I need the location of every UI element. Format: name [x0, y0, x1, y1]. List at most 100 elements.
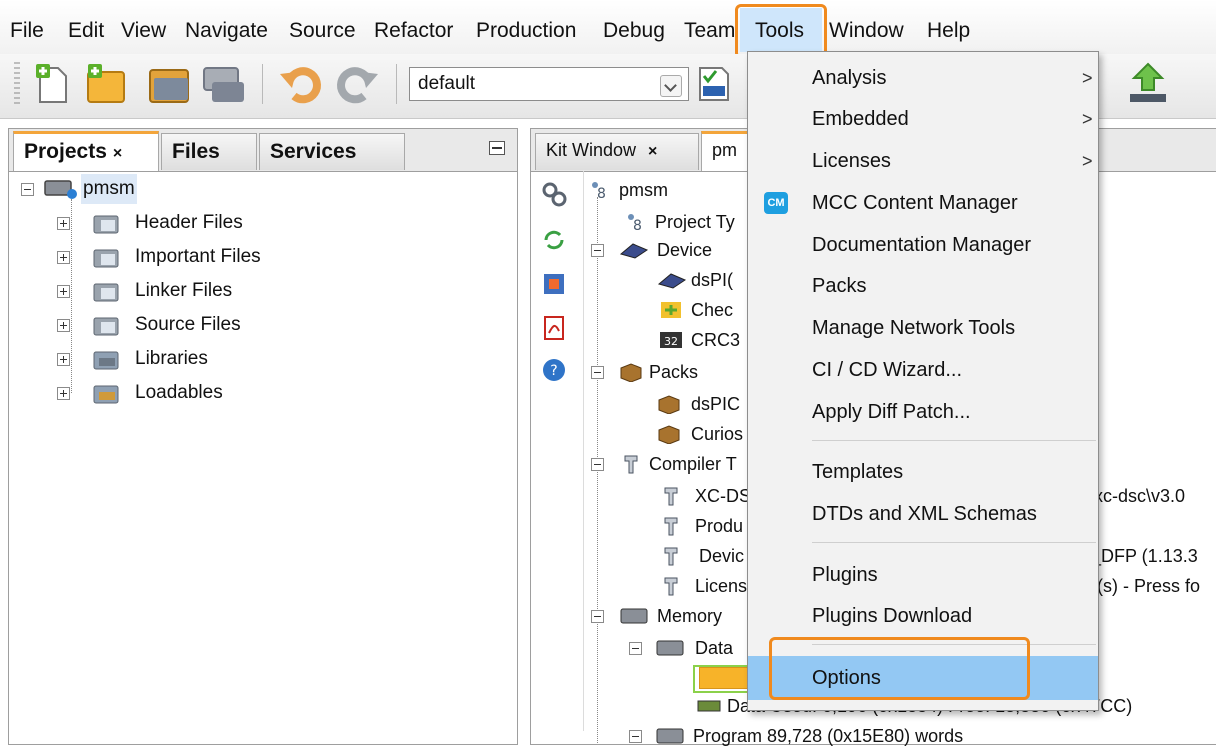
menu-item-analysis[interactable]: Analysis >	[748, 58, 1098, 98]
menu-item-dtds-and-xml-schemas[interactable]: DTDs and XML Schemas	[748, 494, 1098, 534]
chip-project-icon	[44, 180, 77, 199]
chip-icon	[657, 273, 687, 289]
tab-kit-window[interactable]: Kit Window ×	[535, 133, 699, 170]
menu-item-label: Templates	[812, 461, 904, 483]
stop-icon[interactable]	[541, 271, 567, 297]
options-highlight	[769, 637, 1030, 700]
menu-item-plugins-download[interactable]: Plugins Download	[748, 596, 1098, 636]
menu-item-plugins[interactable]: Plugins	[748, 555, 1098, 595]
menu-team[interactable]: Team	[684, 18, 735, 44]
project-type-icon: 8	[628, 214, 642, 232]
expand-icon[interactable]	[57, 319, 70, 332]
memory-chip-icon	[656, 728, 684, 744]
menu-item-mcc-content-manager[interactable]: CM MCC Content Manager	[748, 183, 1098, 223]
menu-item-documentation-manager[interactable]: Documentation Manager	[748, 225, 1098, 265]
expand-icon[interactable]	[57, 387, 70, 400]
tab-projects-label: Projects	[24, 140, 107, 163]
menu-debug[interactable]: Debug	[603, 18, 665, 44]
tree-label: Project Ty	[655, 212, 735, 232]
tree-value-fragment: (s) - Press fo	[1097, 576, 1201, 596]
projects-tab-bar: Projects × Files Services	[9, 129, 517, 172]
menu-item-embedded[interactable]: Embedded >	[748, 99, 1098, 139]
menu-separator	[812, 440, 1096, 441]
new-file-icon[interactable]	[28, 60, 76, 108]
expand-icon[interactable]	[57, 251, 70, 264]
open-project-icon[interactable]	[146, 60, 194, 108]
mcc-cm-icon: CM	[764, 192, 788, 214]
close-icon[interactable]: ×	[648, 143, 657, 160]
set-project-configuration-icon[interactable]	[694, 64, 734, 104]
refresh-icon[interactable]	[541, 227, 567, 253]
menu-window[interactable]: Window	[829, 18, 904, 44]
tab-projects[interactable]: Projects ×	[13, 131, 159, 171]
help-icon[interactable]: ?	[541, 357, 567, 383]
collapse-icon[interactable]	[591, 244, 604, 257]
tree-label: dsPI(	[691, 270, 734, 290]
tree-value-fragment: _DFP (1.13.3	[1091, 546, 1198, 566]
menu-edit[interactable]: Edit	[68, 18, 104, 44]
svg-text:32: 32	[664, 335, 678, 348]
menu-navigate[interactable]: Navigate	[185, 18, 268, 44]
tab-files-label: Files	[172, 140, 220, 163]
checksum-icon	[661, 302, 681, 318]
project-type-icon: 8	[592, 182, 606, 200]
tree-item-label: Source Files	[135, 314, 241, 335]
toolchain-icon	[624, 455, 638, 474]
tree-label: pmsm	[619, 180, 668, 200]
project-configuration-select[interactable]: default	[409, 67, 689, 101]
tab-services[interactable]: Services	[259, 133, 405, 170]
crc32-icon: 32	[660, 332, 682, 348]
menu-item-label: CI / CD Wizard...	[812, 359, 963, 381]
tree-label: Produ	[695, 516, 744, 536]
collapse-icon[interactable]	[21, 183, 34, 196]
toolbar-grip	[14, 62, 20, 106]
collapse-icon[interactable]	[591, 610, 604, 623]
loadables-folder-icon	[93, 385, 119, 404]
tree-label: Licens	[695, 576, 748, 596]
chevron-down-icon[interactable]	[660, 75, 682, 97]
expand-icon[interactable]	[57, 217, 70, 230]
folder-icon	[93, 317, 119, 336]
toolbar-separator	[262, 64, 263, 104]
tab-files[interactable]: Files	[161, 133, 257, 170]
menu-item-label: Documentation Manager	[812, 234, 1032, 256]
menu-item-packs[interactable]: Packs	[748, 266, 1098, 306]
expand-icon[interactable]	[57, 285, 70, 298]
menu-file[interactable]: File	[10, 18, 44, 44]
menu-production[interactable]: Production	[476, 18, 576, 44]
new-project-icon[interactable]	[82, 60, 130, 108]
collapse-icon[interactable]	[629, 642, 642, 655]
menu-item-apply-diff-patch[interactable]: Apply Diff Patch...	[748, 392, 1098, 432]
menu-item-licenses[interactable]: Licenses >	[748, 141, 1098, 181]
svg-text:?: ?	[550, 363, 557, 379]
menu-item-templates[interactable]: Templates	[748, 452, 1098, 492]
undo-icon[interactable]	[276, 60, 324, 108]
menu-bar: File Edit View Navigate Source Refactor …	[0, 0, 1216, 59]
menu-item-manage-network-tools[interactable]: Manage Network Tools	[748, 308, 1098, 348]
redo-icon[interactable]	[334, 60, 382, 108]
tree-label: Chec	[691, 300, 734, 320]
collapse-icon[interactable]	[591, 458, 604, 471]
minimize-icon[interactable]	[489, 141, 505, 155]
menu-view[interactable]: View	[121, 18, 166, 44]
menu-help[interactable]: Help	[927, 18, 970, 44]
folder-icon	[93, 283, 119, 302]
menu-item-label: Embedded	[812, 108, 909, 130]
expand-icon[interactable]	[57, 353, 70, 366]
menu-refactor[interactable]: Refactor	[374, 18, 453, 44]
close-project-icon[interactable]	[200, 60, 248, 108]
svg-text:8: 8	[633, 218, 642, 232]
program-device-icon[interactable]	[1126, 60, 1170, 108]
toolbar-separator	[396, 64, 397, 104]
close-icon[interactable]: ×	[113, 145, 122, 162]
memory-chip-icon	[620, 608, 648, 624]
pdf-icon[interactable]	[541, 315, 567, 341]
collapse-icon[interactable]	[629, 730, 642, 743]
menu-item-ci-cd-wizard[interactable]: CI / CD Wizard...	[748, 350, 1098, 390]
collapse-icon[interactable]	[591, 366, 604, 379]
settings-gears-icon[interactable]	[541, 181, 567, 207]
toolchain-icon	[664, 487, 678, 506]
menu-source[interactable]: Source	[289, 18, 356, 44]
chip-icon	[619, 243, 649, 259]
tree-label: CRC3	[691, 330, 741, 350]
